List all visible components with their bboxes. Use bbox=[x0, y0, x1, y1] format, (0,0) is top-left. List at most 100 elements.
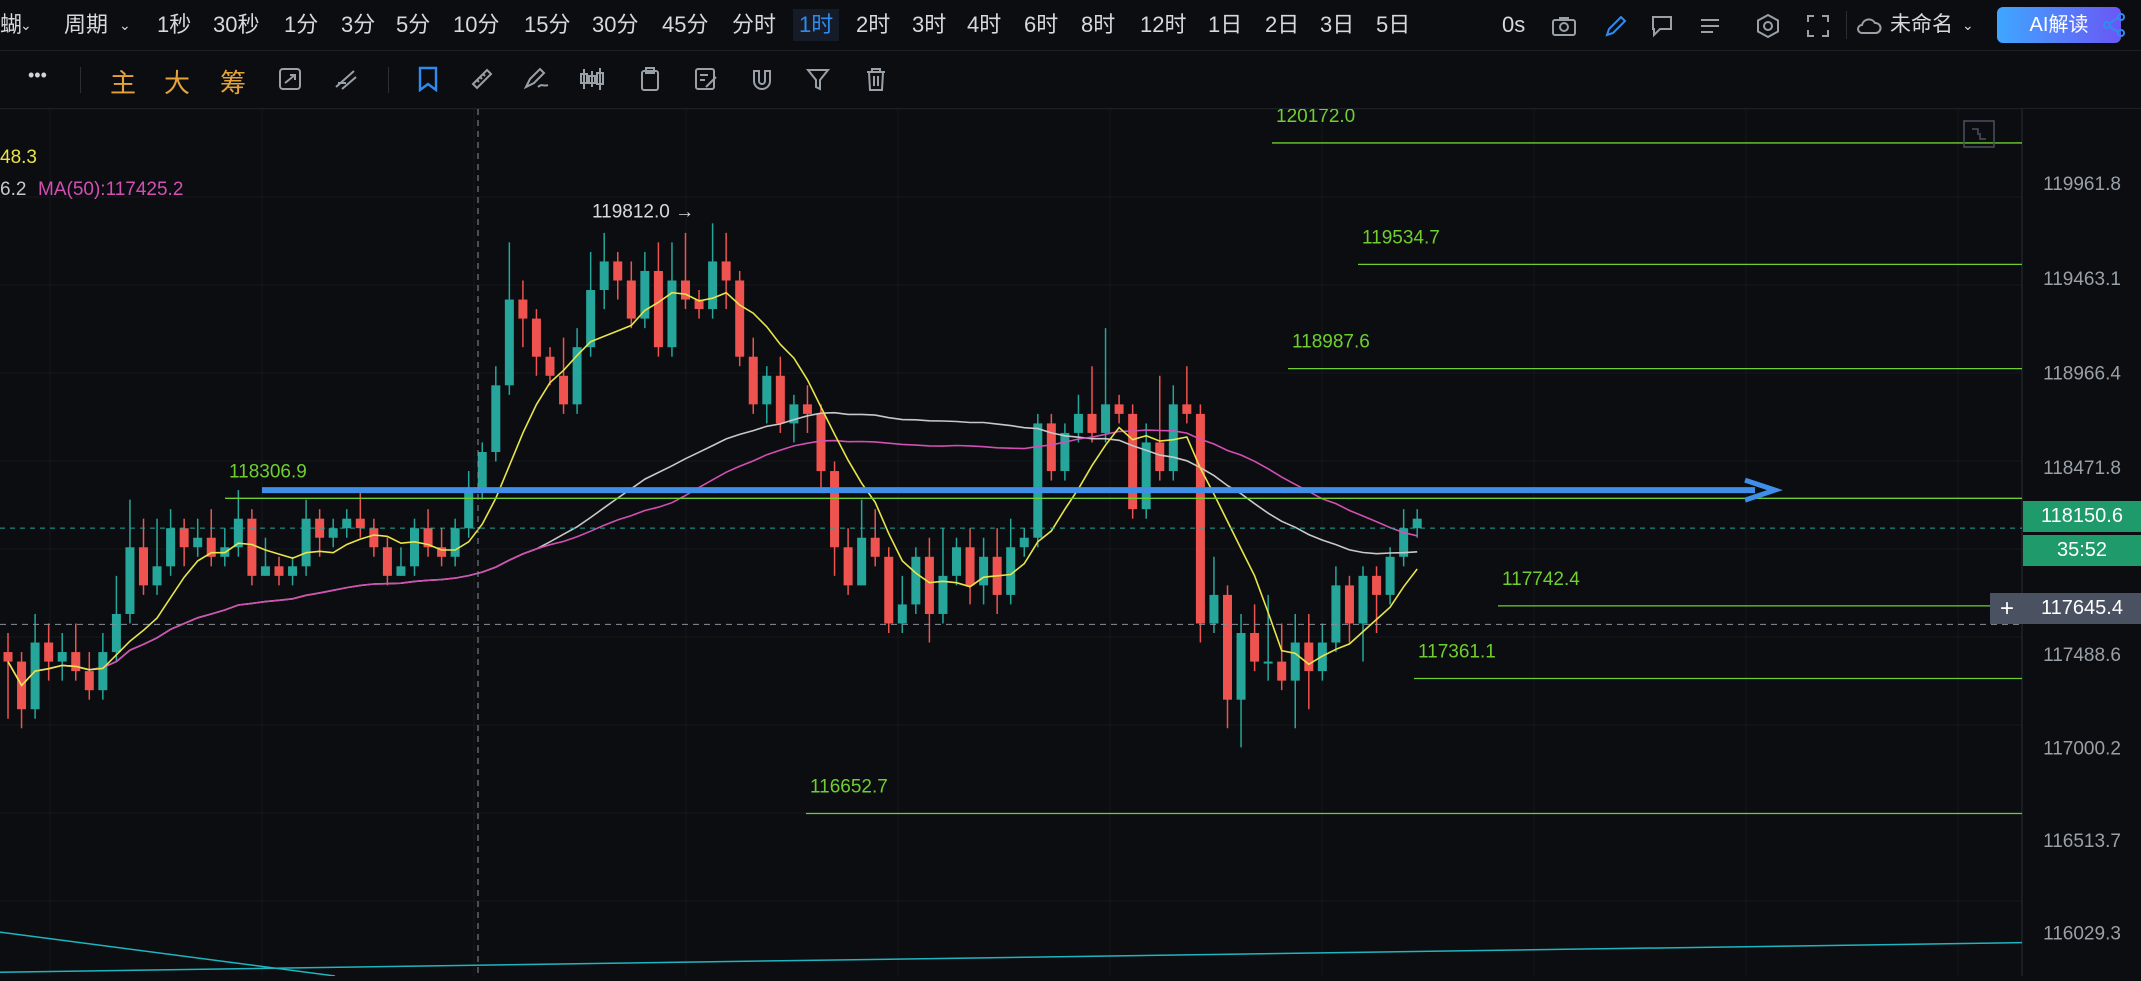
candle-body bbox=[152, 566, 162, 586]
timeframe-8时[interactable]: 8时 bbox=[1081, 9, 1115, 41]
candle-body bbox=[708, 261, 718, 310]
cloud-icon[interactable] bbox=[1855, 12, 1883, 40]
candle-body bbox=[491, 385, 501, 452]
timeframe-45分[interactable]: 45分 bbox=[662, 9, 708, 41]
timeframe-10分[interactable]: 10分 bbox=[453, 9, 499, 41]
trend-line-1 bbox=[0, 941, 2023, 973]
timeframe-30分[interactable]: 30分 bbox=[592, 9, 638, 41]
price-level-label: 116652.7 bbox=[810, 777, 888, 798]
period-label[interactable]: 周期 bbox=[64, 9, 108, 41]
timeframe-3时[interactable]: 3时 bbox=[912, 9, 946, 41]
candle-body bbox=[342, 518, 352, 529]
note-edit-icon[interactable] bbox=[692, 65, 720, 93]
trash-icon[interactable] bbox=[862, 65, 890, 93]
candle-body bbox=[1114, 404, 1124, 414]
chip-distribution-button[interactable]: 筹 bbox=[220, 63, 246, 100]
candle-body bbox=[911, 556, 921, 605]
timeframe-1分[interactable]: 1分 bbox=[284, 9, 318, 41]
candle-body bbox=[288, 566, 298, 576]
add-alert-plus-icon[interactable]: + bbox=[1990, 593, 2024, 624]
candle-body bbox=[979, 556, 989, 586]
settings-hex-icon[interactable] bbox=[1754, 12, 1782, 40]
candle-body bbox=[748, 356, 758, 405]
more-menu[interactable]: ••• bbox=[28, 65, 47, 86]
compare-icon[interactable] bbox=[276, 65, 304, 93]
pencil-icon[interactable] bbox=[1602, 12, 1630, 40]
timeframe-6时[interactable]: 6时 bbox=[1024, 9, 1058, 41]
candle-body bbox=[1344, 585, 1354, 624]
bookmark-icon[interactable] bbox=[414, 65, 442, 93]
candle-body bbox=[1019, 537, 1029, 548]
main-indicator-button[interactable]: 主 bbox=[110, 63, 136, 100]
countdown-label[interactable]: 0s bbox=[1502, 9, 1525, 41]
candle-body bbox=[924, 556, 934, 614]
symbol-dropdown-icon[interactable]: ⌄ bbox=[20, 9, 32, 41]
candle-body bbox=[1168, 404, 1178, 472]
candle-body bbox=[301, 518, 311, 567]
drawing-toolbar: ••• 主 大 筹 bbox=[0, 51, 2141, 109]
timeframe-2时[interactable]: 2时 bbox=[856, 9, 890, 41]
symbol-label[interactable]: 蝴 bbox=[0, 9, 22, 41]
ruler-icon[interactable] bbox=[468, 65, 496, 93]
candle-body bbox=[897, 604, 907, 624]
list-icon[interactable] bbox=[1696, 12, 1724, 40]
brush-icon[interactable] bbox=[522, 65, 550, 93]
timeframe-30秒[interactable]: 30秒 bbox=[213, 9, 259, 41]
candle-body bbox=[30, 642, 40, 710]
period-dropdown-icon[interactable]: ⌄ bbox=[119, 9, 131, 41]
candle-body bbox=[1046, 423, 1056, 472]
candlestick-chart[interactable]: 119961.8 119463.1 118966.4 118471.8 117488.6… bbox=[0, 106, 2141, 977]
candle-body bbox=[396, 566, 406, 576]
timeframe-分时[interactable]: 分时 bbox=[732, 9, 776, 41]
timeframe-1日[interactable]: 1日 bbox=[1208, 9, 1242, 41]
candles-icon[interactable] bbox=[578, 65, 606, 93]
price-tick-label: 118471.8 bbox=[2043, 458, 2121, 479]
timeframe-5分[interactable]: 5分 bbox=[396, 9, 430, 41]
candle-body bbox=[830, 471, 840, 548]
candle-body bbox=[613, 261, 623, 281]
candle-body bbox=[681, 280, 690, 300]
legend-ma50: MA(50):117425.2 bbox=[38, 179, 184, 200]
candle-body bbox=[802, 404, 812, 414]
timeframe-2日[interactable]: 2日 bbox=[1265, 9, 1299, 41]
price-level-label: 117361.1 bbox=[1418, 642, 1496, 663]
filter-icon[interactable] bbox=[804, 65, 832, 93]
price-level-label: 117742.4 bbox=[1502, 569, 1580, 590]
layout-name[interactable]: 未命名 bbox=[1890, 9, 1953, 41]
timeframe-1时[interactable]: 1时 bbox=[793, 9, 840, 41]
timeframe-12时[interactable]: 12时 bbox=[1140, 9, 1186, 41]
timeframe-3分[interactable]: 3分 bbox=[341, 9, 375, 41]
chart-canvas[interactable]: 119961.8 119463.1 118966.4 118471.8 117488.6… bbox=[0, 106, 2141, 977]
big-order-button[interactable]: 大 bbox=[164, 63, 190, 100]
timeframe-15分[interactable]: 15分 bbox=[524, 9, 570, 41]
candle-body bbox=[1087, 413, 1097, 433]
candle-body bbox=[1263, 661, 1273, 664]
fullscreen-icon[interactable] bbox=[1804, 12, 1832, 40]
chart-corner-icon[interactable] bbox=[1962, 119, 1996, 149]
candle-body bbox=[1195, 413, 1205, 624]
share-icon[interactable] bbox=[2100, 11, 2128, 39]
candle-body bbox=[1412, 518, 1422, 529]
camera-icon[interactable] bbox=[1550, 12, 1578, 40]
candle-body bbox=[247, 518, 257, 576]
price-level-label: 118987.6 bbox=[1292, 332, 1370, 353]
clipboard-icon[interactable] bbox=[636, 65, 664, 93]
comment-icon[interactable] bbox=[1648, 12, 1676, 40]
legend-ma-value-2: 6.2 bbox=[0, 179, 27, 200]
magnet-icon[interactable] bbox=[748, 65, 776, 93]
trend-tool-icon[interactable] bbox=[332, 65, 360, 93]
current-price-badge: 118150.6 bbox=[2023, 501, 2141, 532]
timeframe-4时[interactable]: 4时 bbox=[967, 9, 1001, 41]
layout-dropdown-icon[interactable]: ⌄ bbox=[1962, 9, 1974, 41]
candle-body bbox=[1331, 585, 1341, 643]
timeframe-5日[interactable]: 5日 bbox=[1376, 9, 1410, 41]
divider bbox=[1846, 11, 1847, 39]
timeframe-1秒[interactable]: 1秒 bbox=[157, 9, 191, 41]
candle-body bbox=[586, 290, 596, 348]
candle-body bbox=[870, 537, 880, 557]
timeframe-3日[interactable]: 3日 bbox=[1320, 9, 1354, 41]
candle-body bbox=[857, 537, 867, 586]
candle-body bbox=[721, 261, 731, 281]
candle-body bbox=[545, 356, 555, 376]
price-tick-label: 119463.1 bbox=[2043, 269, 2121, 290]
